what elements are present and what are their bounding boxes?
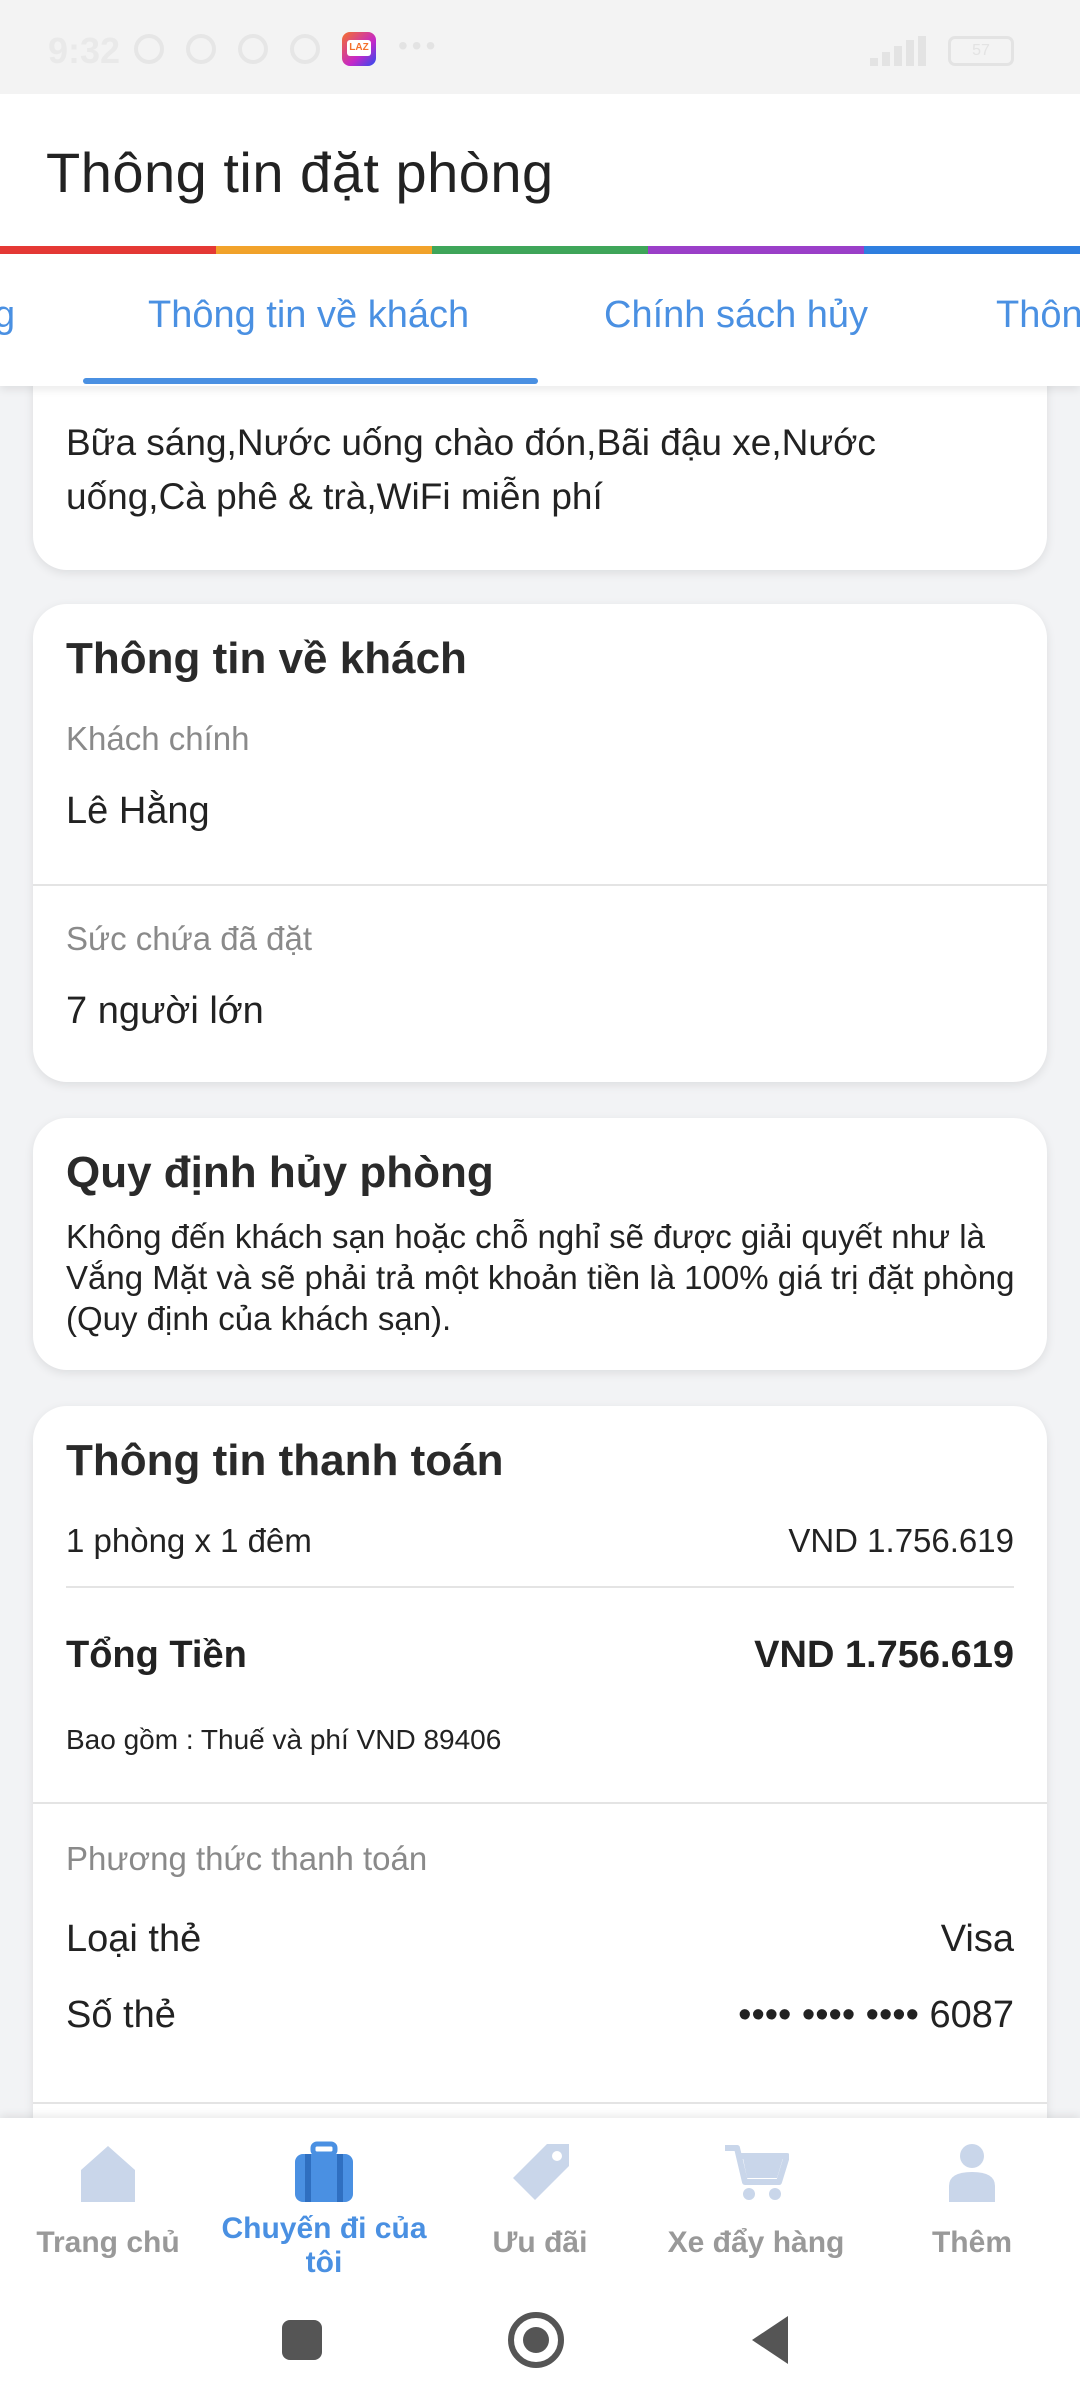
vpn-icon — [134, 34, 164, 64]
tab-guest-info[interactable]: Thông tin về khách — [148, 294, 469, 337]
section-tabs: g Thông tin về khách Chính sách hủy Thôn — [0, 254, 1080, 386]
nav-cart-label: Xe đẩy hàng — [667, 2226, 845, 2259]
messenger-icon — [290, 34, 320, 64]
suitcase-icon — [295, 2141, 353, 2202]
payment-info-card: Thông tin thanh toán 1 phòng x 1 đêm VND… — [33, 1406, 1047, 2126]
payment-info-title: Thông tin thanh toán — [66, 1436, 504, 1485]
guest-info-title: Thông tin về khách — [66, 634, 467, 683]
battery-icon: 57 — [948, 36, 1014, 66]
chat-icon — [238, 34, 268, 64]
home-icon — [81, 2146, 135, 2202]
nav-deals-label: Ưu đãi — [492, 2226, 588, 2259]
card-type-label: Loại thẻ — [66, 1918, 202, 1960]
cancel-policy-title: Quy định hủy phòng — [66, 1148, 494, 1197]
room-line-value: VND 1.756.619 — [788, 1522, 1014, 1559]
main-guest-value: Lê Hằng — [66, 790, 210, 832]
alarm-icon — [186, 34, 216, 64]
divider — [33, 1802, 1047, 1804]
app-header: Thông tin đặt phòng — [0, 94, 1080, 246]
active-tab-indicator — [83, 378, 538, 384]
nav-my-trips-label: Chuyến đi của tôi — [221, 2212, 427, 2279]
tab-cancel-policy[interactable]: Chính sách hủy — [604, 294, 868, 337]
tag-icon — [513, 2144, 569, 2200]
accent-segment-red — [0, 246, 216, 254]
nav-my-trips[interactable]: Chuyến đi của tôi — [216, 2118, 432, 2290]
nav-more-label: Thêm — [931, 2226, 1012, 2259]
card-type-value: Visa — [940, 1918, 1014, 1960]
accent-segment-green — [432, 246, 648, 254]
main-guest-label: Khách chính — [66, 720, 250, 757]
capacity-value: 7 người lớn — [66, 990, 264, 1032]
more-notifications-icon: ••• — [398, 30, 440, 61]
accent-segment-purple — [648, 246, 864, 254]
card-number-label: Số thẻ — [66, 1994, 176, 2036]
accent-segment-blue — [864, 246, 1080, 254]
recent-apps-button[interactable] — [282, 2320, 322, 2360]
system-navigation-bar — [0, 2290, 1080, 2400]
signal-icon — [870, 36, 928, 66]
nav-more[interactable]: Thêm — [864, 2118, 1080, 2290]
amenities-text: Bữa sáng,Nước uống chào đón,Bãi đậu xe,N… — [66, 422, 876, 517]
nav-deals[interactable]: Ưu đãi — [432, 2118, 648, 2290]
cancel-policy-card: Quy định hủy phòng Không đến khách sạn h… — [33, 1118, 1047, 1370]
divider — [33, 884, 1047, 886]
guest-info-card: Thông tin về khách Khách chính Lê Hằng S… — [33, 604, 1047, 1082]
tax-fee-note: Bao gồm : Thuế và phí VND 89406 — [66, 1724, 502, 1755]
total-value: VND 1.756.619 — [754, 1634, 1014, 1676]
payment-method-label: Phương thức thanh toán — [66, 1840, 428, 1877]
nav-home-label: Trang chủ — [36, 2226, 180, 2259]
bottom-navigation: Trang chủ Chuyến đi của tôi Ưu đãi Xe đẩ… — [0, 2118, 1080, 2290]
status-bar: 9:32 LAZ ••• 57 — [0, 0, 1080, 94]
page-title: Thông tin đặt phòng — [46, 141, 554, 204]
tab-previous[interactable]: g — [0, 294, 15, 337]
divider — [66, 1586, 1014, 1588]
status-time: 9:32 — [48, 30, 121, 71]
person-icon — [949, 2144, 995, 2202]
lazada-app-icon: LAZ — [342, 32, 376, 66]
tab-next[interactable]: Thôn — [996, 294, 1080, 337]
cancel-policy-text: Không đến khách sạn hoặc chỗ nghỉ sẽ đượ… — [66, 1218, 1015, 1337]
cart-icon — [725, 2145, 789, 2200]
nav-cart[interactable]: Xe đẩy hàng — [648, 2118, 864, 2290]
capacity-label: Sức chứa đã đặt — [66, 920, 312, 957]
accent-stripe — [0, 246, 1080, 254]
total-label: Tổng Tiền — [66, 1634, 247, 1676]
card-number-value: •••• •••• •••• 6087 — [738, 1994, 1014, 2036]
back-button[interactable] — [752, 2316, 788, 2364]
home-button[interactable] — [508, 2312, 564, 2368]
accent-segment-orange — [216, 246, 432, 254]
nav-home[interactable]: Trang chủ — [0, 2118, 216, 2290]
divider — [33, 2102, 1047, 2104]
room-line-label: 1 phòng x 1 đêm — [66, 1522, 312, 1559]
